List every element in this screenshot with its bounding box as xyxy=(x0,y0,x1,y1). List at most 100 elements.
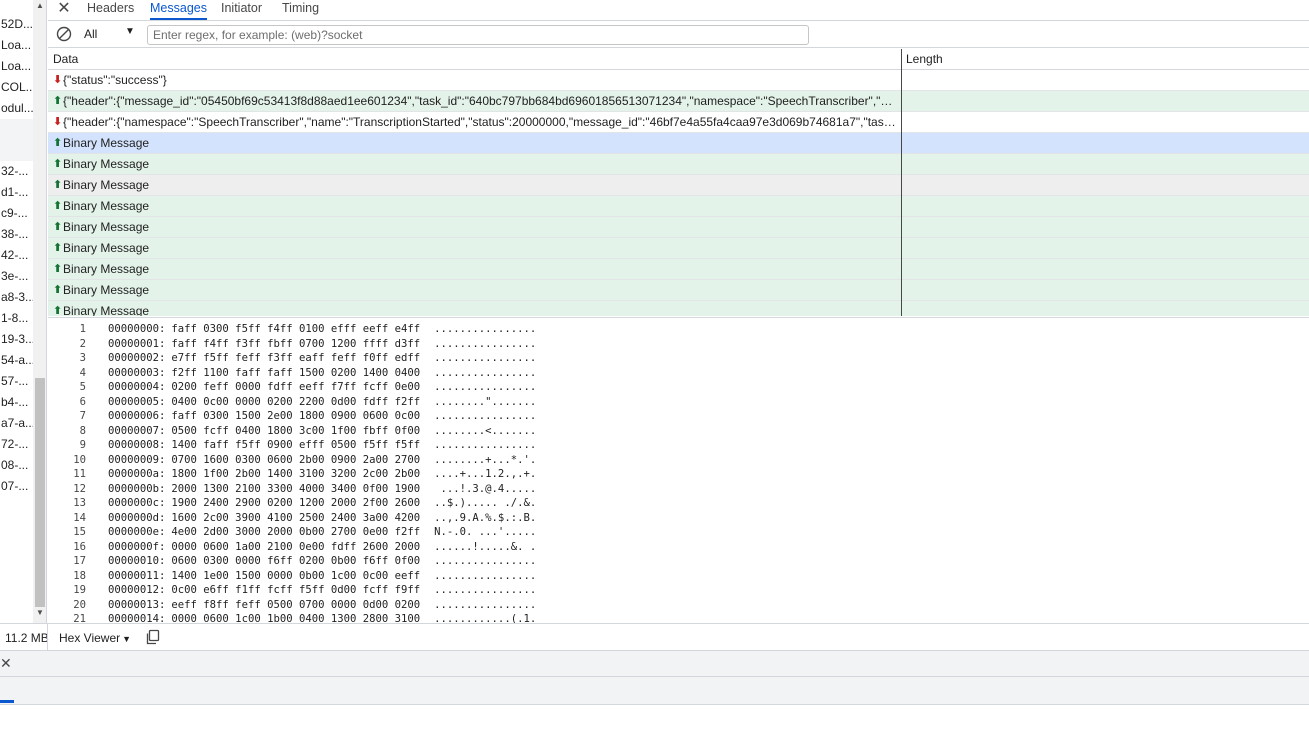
close-drawer-icon[interactable]: ✕ xyxy=(0,655,12,672)
hex-offset: 0000000e: xyxy=(108,526,166,538)
request-list-item[interactable]: odul... xyxy=(0,98,34,119)
hex-line: 12 0000000b: 2000 1300 2100 3300 4000 3400… xyxy=(48,482,536,497)
message-data-cell: Binary Message xyxy=(63,157,150,171)
request-list-item[interactable]: Loa... xyxy=(0,56,34,77)
close-detail-icon[interactable]: ✕ xyxy=(57,0,71,20)
table-row[interactable]: ⬆ Binary Message xyxy=(48,238,1309,259)
copy-icon[interactable] xyxy=(145,629,161,645)
request-list-item[interactable]: b4-... xyxy=(0,392,34,413)
view-mode-select[interactable]: Hex Viewer ▼ xyxy=(59,631,131,645)
hex-line: 21 00000014: 0000 0600 1c00 1b00 0400 1300… xyxy=(48,612,536,623)
arrow-up-icon: ⬆ xyxy=(53,95,63,107)
clear-messages-icon[interactable] xyxy=(56,26,72,42)
binary-view-toolbar: 11.2 MB Hex Viewer ▼ xyxy=(0,623,1309,651)
hex-line: 2 00000001: faff f4ff f3ff fbff 0700 1200 … xyxy=(48,337,537,352)
request-list-item[interactable]: a7-a... xyxy=(0,413,34,434)
hex-bytes: 0600 0300 0000 f6ff 0200 0b00 f6ff 0f00 xyxy=(171,555,421,567)
message-rows: ⬇ {"status":"success"} ⬆ {"header":{"messag… xyxy=(48,70,1309,316)
request-list-item[interactable]: c9-... xyxy=(0,203,34,224)
table-row[interactable]: ⬆ Binary Message xyxy=(48,280,1309,301)
hex-offset: 00000008: xyxy=(108,439,166,451)
messages-table: Data Length ⬇ {"status":"success"} ⬆ {"head… xyxy=(48,49,1309,316)
table-row[interactable]: ⬆ Binary Message xyxy=(48,196,1309,217)
hex-line: 10 00000009: 0700 1600 0300 0600 2b00 0900… xyxy=(48,453,536,468)
chevron-down-icon: ▼ xyxy=(122,634,132,644)
regex-filter-input[interactable] xyxy=(147,25,809,45)
request-list-item[interactable]: 07-... xyxy=(0,476,34,497)
request-list-item[interactable]: 08-... xyxy=(0,455,34,476)
table-row[interactable]: ⬆ Binary Message xyxy=(48,133,1309,154)
hex-offset: 00000012: xyxy=(108,584,166,596)
message-data-cell: {"status":"success"} xyxy=(63,73,167,87)
request-list-item[interactable]: 38-... xyxy=(0,224,34,245)
arrow-up-icon: ⬆ xyxy=(53,284,63,296)
request-list-item[interactable]: 54-a... xyxy=(0,350,34,371)
tab-initiator[interactable]: Initiator xyxy=(221,0,262,20)
request-list-item[interactable]: 3e-... xyxy=(0,266,34,287)
message-type-select[interactable]: All xyxy=(84,27,97,41)
request-list-item[interactable] xyxy=(0,140,34,161)
column-divider[interactable] xyxy=(901,49,902,316)
hex-line-number: 15 xyxy=(73,526,86,538)
hex-line: 19 00000012: 0c00 e6ff f1ff fcff f5ff 0d00… xyxy=(48,583,536,598)
table-row[interactable]: ⬆ {"header":{"message_id":"05450bf69c5341… xyxy=(48,91,1309,112)
scroll-down-arrow-icon[interactable]: ▼ xyxy=(33,607,46,619)
table-row[interactable]: ⬆ Binary Message xyxy=(48,259,1309,280)
tab-messages[interactable]: Messages xyxy=(150,0,207,20)
request-list-item[interactable]: d1-... xyxy=(0,182,34,203)
request-list-item[interactable]: a8-3... xyxy=(0,287,34,308)
scrollbar-thumb[interactable] xyxy=(35,378,45,607)
table-row[interactable]: ⬆ Binary Message xyxy=(48,154,1309,175)
hex-ascii: ................ xyxy=(434,555,537,567)
request-list-item[interactable]: 1-8... xyxy=(0,308,34,329)
hex-bytes: 0c00 e6ff f1ff fcff f5ff 0d00 fcff f9ff xyxy=(171,584,421,596)
message-data-cell: {"header":{"message_id":"05450bf69c53413… xyxy=(63,94,899,108)
message-data-cell: Binary Message xyxy=(63,178,150,192)
request-list-item[interactable]: 52D... xyxy=(0,14,34,35)
hex-offset: 00000007: xyxy=(108,424,166,437)
scroll-up-arrow-icon[interactable]: ▲ xyxy=(33,0,46,12)
hex-line-number: 14 xyxy=(73,511,86,524)
hex-line-number: 20 xyxy=(73,598,86,611)
message-data-cell: Binary Message xyxy=(63,220,150,234)
hex-line-number: 18 xyxy=(73,569,86,582)
request-list-item[interactable]: 32-... xyxy=(0,161,34,182)
tab-timing[interactable]: Timing xyxy=(282,0,319,20)
hex-offset: 00000014: xyxy=(108,613,166,623)
message-data-cell: Binary Message xyxy=(63,262,150,276)
hex-line-number: 12 xyxy=(73,482,86,495)
hex-bytes: 0000 0600 1c00 1b00 0400 1300 2800 3100 xyxy=(171,613,421,623)
column-header-data[interactable]: Data xyxy=(48,49,78,69)
table-row[interactable]: ⬇ {"header":{"namespace":"SpeechTranscrib… xyxy=(48,112,1309,133)
hex-line-number: 8 xyxy=(79,424,86,437)
arrow-down-icon: ⬇ xyxy=(53,74,63,86)
hex-line: 7 00000006: faff 0300 1500 2e00 1800 0900 … xyxy=(48,409,537,424)
hex-offset: 0000000d: xyxy=(108,511,166,524)
hex-line-number: 7 xyxy=(79,410,86,422)
request-list-item[interactable]: 19-3... xyxy=(0,329,34,350)
hex-bytes: 0400 0c00 0000 0200 2200 0d00 fdff f2ff xyxy=(171,395,421,408)
request-list-item[interactable] xyxy=(0,119,34,140)
view-mode-label: Hex Viewer xyxy=(59,631,121,645)
drawer-header: ✕ xyxy=(0,650,1309,677)
request-list-item[interactable]: Loa... xyxy=(0,35,34,56)
table-row[interactable]: ⬆ Binary Message xyxy=(48,301,1309,316)
request-list-scrollbar[interactable]: ▲ ▼ xyxy=(33,0,46,623)
request-list-item[interactable]: 57-... xyxy=(0,371,34,392)
table-row[interactable]: ⬆ Binary Message xyxy=(48,217,1309,238)
hex-line: 6 00000005: 0400 0c00 0000 0200 2200 0d00 … xyxy=(48,395,537,410)
chevron-down-icon[interactable]: ▼ xyxy=(125,26,135,37)
request-list-item[interactable]: 72-... xyxy=(0,434,34,455)
table-row[interactable]: ⬇ {"status":"success"} xyxy=(48,70,1309,91)
request-list-item[interactable]: COL... xyxy=(0,77,34,98)
hex-line-number: 13 xyxy=(73,497,86,509)
request-list-item[interactable]: 42-... xyxy=(0,245,34,266)
hex-offset: 00000003: xyxy=(108,366,166,379)
arrow-down-icon: ⬇ xyxy=(53,116,63,128)
tab-headers[interactable]: Headers xyxy=(87,0,134,20)
message-data-cell: Binary Message xyxy=(63,136,150,150)
column-header-length[interactable]: Length xyxy=(901,49,943,69)
hex-bytes: 1800 1f00 2b00 1400 3100 3200 2c00 2b00 xyxy=(171,468,421,480)
hex-offset: 0000000b: xyxy=(108,482,166,495)
table-row[interactable]: ⬆ Binary Message xyxy=(48,175,1309,196)
